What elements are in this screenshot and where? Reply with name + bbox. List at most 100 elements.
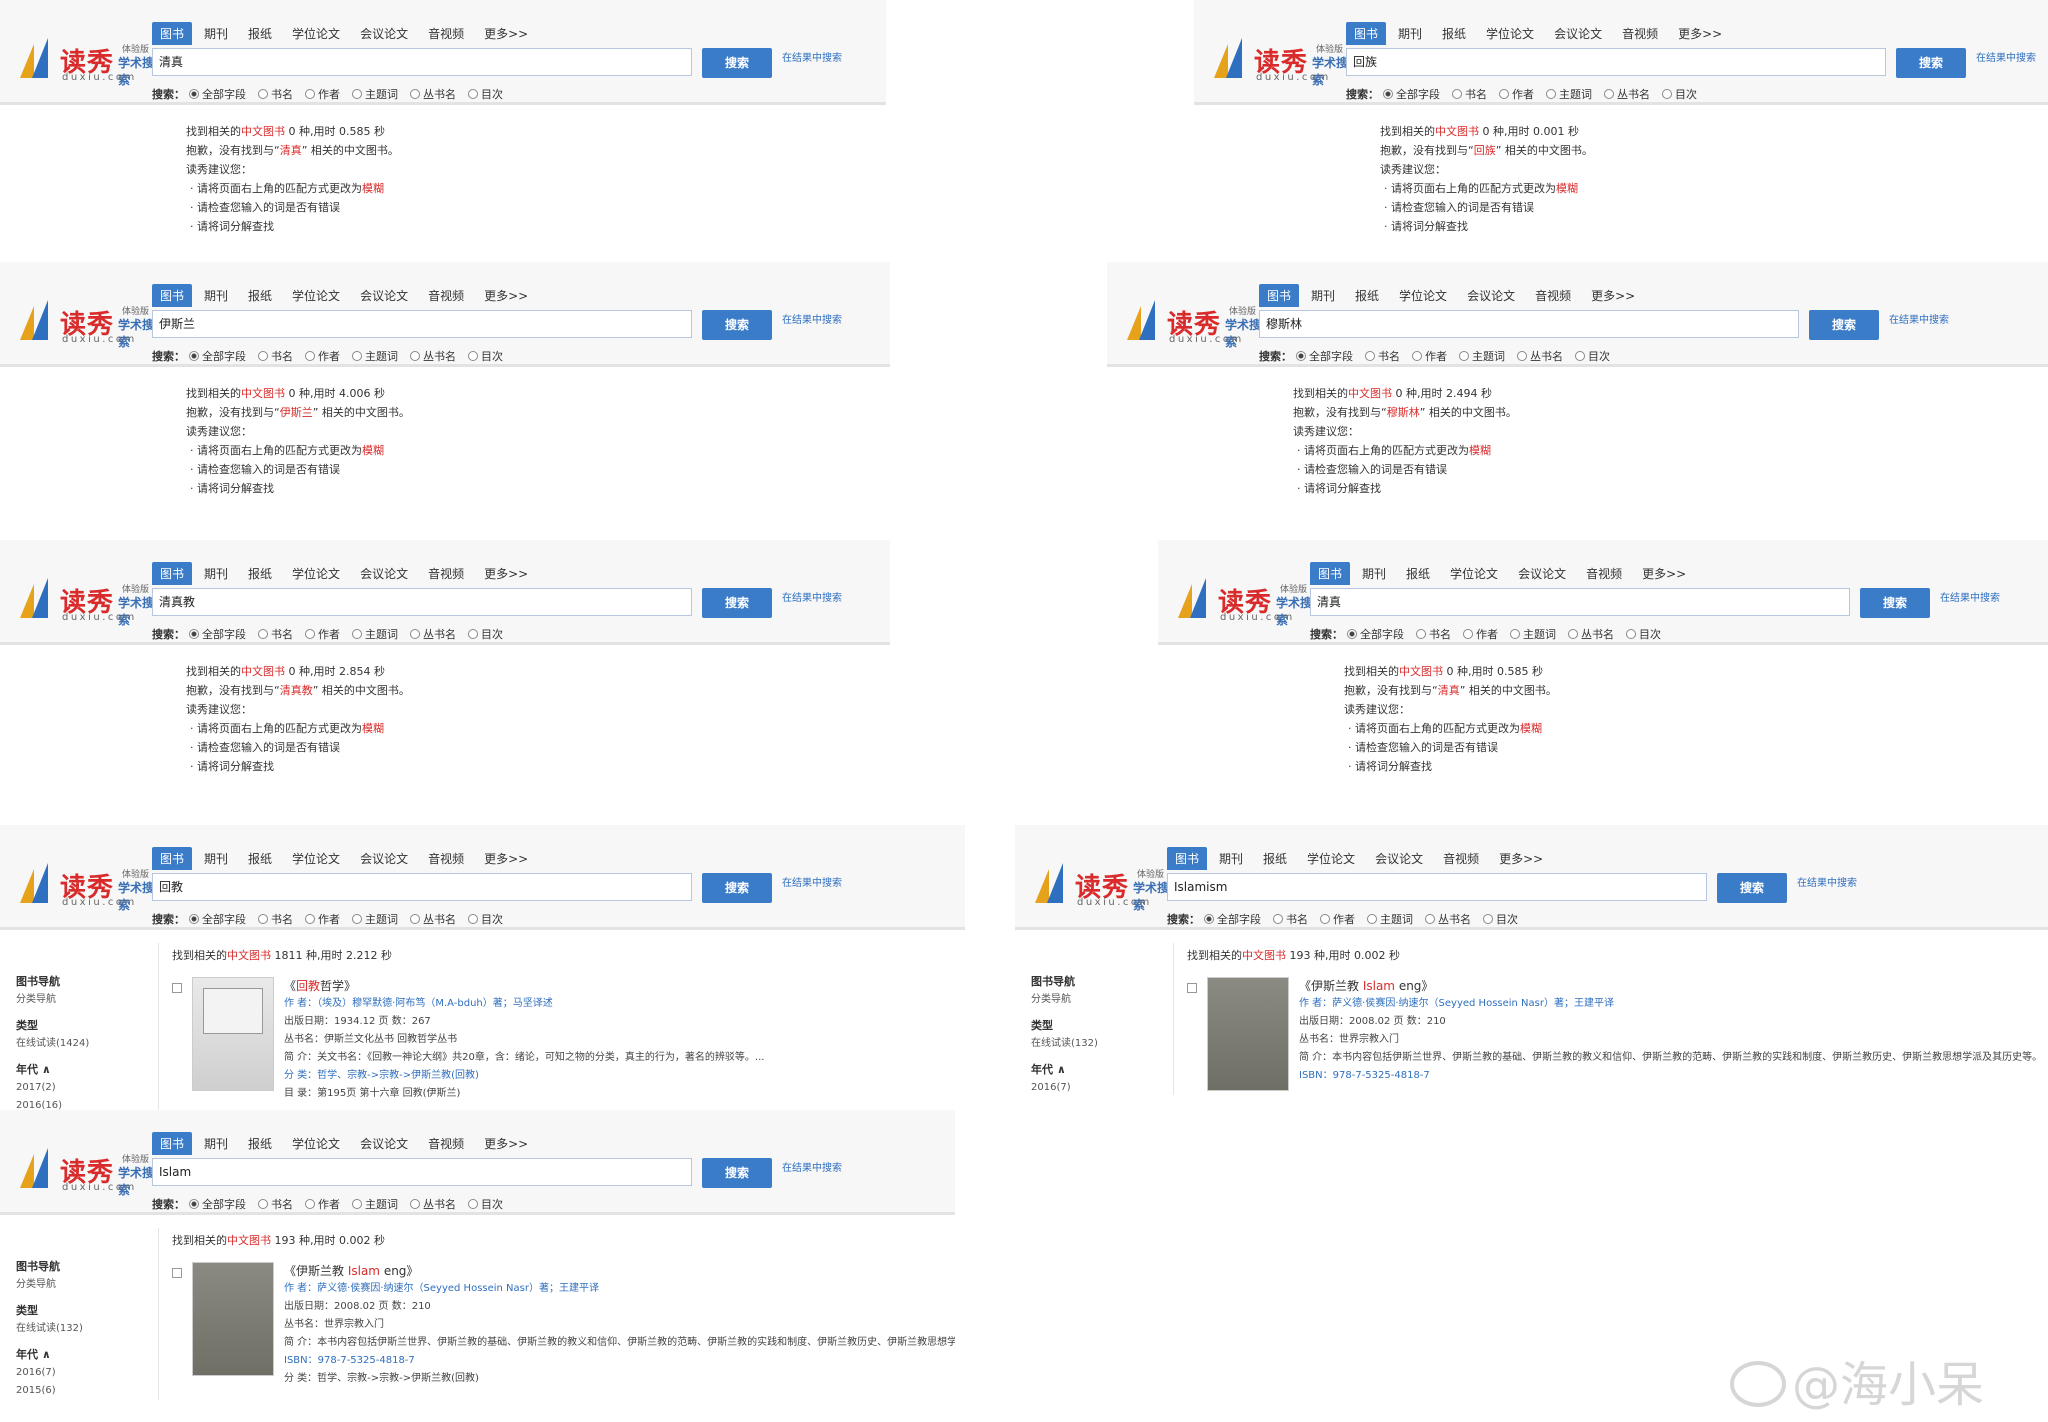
tab-6[interactable]: 音视频: [420, 22, 472, 45]
search-button[interactable]: 搜索: [702, 48, 772, 78]
radio-option[interactable]: 书名: [258, 911, 293, 927]
advice-1-fuzzy[interactable]: 模糊: [362, 444, 384, 457]
search-button[interactable]: 搜索: [702, 310, 772, 340]
book-title[interactable]: 《回教哲学》: [284, 977, 732, 995]
tab-2[interactable]: 期刊: [196, 562, 236, 585]
radio-option[interactable]: 丛书名: [1604, 86, 1650, 102]
duxiu-logo[interactable]: 读秀 体验版 学术搜索 duxiu.com: [20, 578, 160, 628]
search-button[interactable]: 搜索: [1860, 588, 1930, 618]
tab-2[interactable]: 期刊: [196, 1132, 236, 1155]
tab-5[interactable]: 会议论文: [1546, 22, 1610, 45]
tab-4[interactable]: 学位论文: [1442, 562, 1506, 585]
radio-option[interactable]: 全部字段: [1347, 626, 1404, 642]
tab-5[interactable]: 会议论文: [352, 284, 416, 307]
book-cover[interactable]: [192, 977, 274, 1091]
advice-1-fuzzy[interactable]: 模糊: [1469, 444, 1491, 457]
radio-option[interactable]: 书名: [1452, 86, 1487, 102]
book-category[interactable]: ISBN：978-7-5325-4818-7: [284, 1352, 732, 1370]
search-input[interactable]: Islam: [152, 1158, 692, 1186]
radio-option[interactable]: 作者: [1463, 626, 1498, 642]
duxiu-logo[interactable]: 读秀 体验版 学术搜索 duxiu.com: [1214, 38, 1354, 88]
tab-4[interactable]: 学位论文: [284, 562, 348, 585]
search-input[interactable]: 回族: [1346, 48, 1886, 76]
tab-5[interactable]: 会议论文: [352, 1132, 416, 1155]
radio-option[interactable]: 目次: [468, 626, 503, 642]
radio-option[interactable]: 作者: [1320, 911, 1355, 927]
search-button[interactable]: 搜索: [1896, 48, 1966, 78]
radio-option[interactable]: 目次: [468, 86, 503, 102]
tab-1[interactable]: 图书: [1346, 22, 1387, 45]
book-author[interactable]: 作 者：萨义德·侯赛因·纳速尔（Seyyed Hossein Nasr）著；王建…: [284, 1280, 732, 1298]
radio-option[interactable]: 丛书名: [410, 626, 456, 642]
book-category[interactable]: ISBN：978-7-5325-4818-7: [1299, 1067, 1747, 1085]
search-in-results-link[interactable]: 在结果中搜索: [1889, 311, 1949, 326]
tab-1[interactable]: 图书: [152, 1132, 193, 1155]
radio-option[interactable]: 书名: [258, 1196, 293, 1212]
duxiu-logo[interactable]: 读秀 体验版 学术搜索 duxiu.com: [1127, 300, 1267, 350]
radio-option[interactable]: 目次: [1575, 348, 1610, 364]
search-in-results-link[interactable]: 在结果中搜索: [782, 311, 842, 326]
tab-7[interactable]: 更多>>: [476, 22, 536, 45]
radio-option[interactable]: 全部字段: [1204, 911, 1261, 927]
tab-3[interactable]: 报纸: [240, 1132, 280, 1155]
search-in-results-link[interactable]: 在结果中搜索: [782, 1159, 842, 1174]
tab-3[interactable]: 报纸: [1434, 22, 1474, 45]
book-author[interactable]: 作 者：萨义德·侯赛因·纳速尔（Seyyed Hossein Nasr）著；王建…: [1299, 995, 1747, 1013]
radio-option[interactable]: 主题词: [1546, 86, 1592, 102]
radio-option[interactable]: 全部字段: [189, 86, 246, 102]
radio-option[interactable]: 目次: [1483, 911, 1518, 927]
radio-option[interactable]: 目次: [468, 348, 503, 364]
tab-1[interactable]: 图书: [152, 284, 193, 307]
tab-2[interactable]: 期刊: [1211, 847, 1251, 870]
year-item[interactable]: 2017(2): [16, 1079, 146, 1097]
search-input[interactable]: 清真: [1310, 588, 1850, 616]
tab-4[interactable]: 学位论文: [284, 22, 348, 45]
book-title[interactable]: 《伊斯兰教 Islam eng》: [284, 1262, 732, 1280]
type-item[interactable]: 在线试读(1424): [16, 1035, 146, 1053]
duxiu-logo[interactable]: 读秀 体验版 学术搜索 duxiu.com: [20, 863, 160, 913]
tab-7[interactable]: 更多>>: [476, 847, 536, 870]
advice-1-fuzzy[interactable]: 模糊: [1556, 182, 1578, 195]
radio-option[interactable]: 丛书名: [410, 911, 456, 927]
search-input[interactable]: Islamism: [1167, 873, 1707, 901]
radio-option[interactable]: 主题词: [352, 1196, 398, 1212]
year-title[interactable]: 年代 ∧: [16, 1346, 146, 1364]
tab-4[interactable]: 学位论文: [1478, 22, 1542, 45]
tab-3[interactable]: 报纸: [240, 562, 280, 585]
year-item[interactable]: 2015(6): [16, 1382, 146, 1400]
tab-7[interactable]: 更多>>: [476, 1132, 536, 1155]
tab-7[interactable]: 更多>>: [1583, 284, 1643, 307]
radio-option[interactable]: 全部字段: [189, 1196, 246, 1212]
tab-5[interactable]: 会议论文: [1367, 847, 1431, 870]
tab-1[interactable]: 图书: [1167, 847, 1208, 870]
tab-4[interactable]: 学位论文: [1299, 847, 1363, 870]
radio-option[interactable]: 书名: [1273, 911, 1308, 927]
tab-7[interactable]: 更多>>: [1634, 562, 1694, 585]
radio-option[interactable]: 全部字段: [189, 911, 246, 927]
radio-option[interactable]: 丛书名: [410, 86, 456, 102]
radio-option[interactable]: 作者: [305, 86, 340, 102]
advice-1-fuzzy[interactable]: 模糊: [1520, 722, 1542, 735]
duxiu-logo[interactable]: 读秀 体验版 学术搜索 duxiu.com: [20, 300, 160, 350]
search-input[interactable]: 伊斯兰: [152, 310, 692, 338]
advice-1-fuzzy[interactable]: 模糊: [362, 722, 384, 735]
tab-2[interactable]: 期刊: [1303, 284, 1343, 307]
tab-2[interactable]: 期刊: [196, 22, 236, 45]
tab-7[interactable]: 更多>>: [476, 562, 536, 585]
tab-2[interactable]: 期刊: [1390, 22, 1430, 45]
search-in-results-link[interactable]: 在结果中搜索: [1976, 49, 2036, 64]
tab-4[interactable]: 学位论文: [284, 847, 348, 870]
radio-option[interactable]: 主题词: [1367, 911, 1413, 927]
search-button[interactable]: 搜索: [702, 588, 772, 618]
result-checkbox[interactable]: [172, 983, 182, 993]
radio-option[interactable]: 丛书名: [1517, 348, 1563, 364]
type-item[interactable]: 在线试读(132): [16, 1320, 146, 1338]
book-cover[interactable]: [1207, 977, 1289, 1091]
radio-option[interactable]: 目次: [1626, 626, 1661, 642]
tab-3[interactable]: 报纸: [240, 22, 280, 45]
radio-option[interactable]: 丛书名: [410, 1196, 456, 1212]
tab-2[interactable]: 期刊: [1354, 562, 1394, 585]
radio-option[interactable]: 作者: [1412, 348, 1447, 364]
book-title[interactable]: 《伊斯兰教 Islam eng》: [1299, 977, 1747, 995]
tab-7[interactable]: 更多>>: [1491, 847, 1551, 870]
